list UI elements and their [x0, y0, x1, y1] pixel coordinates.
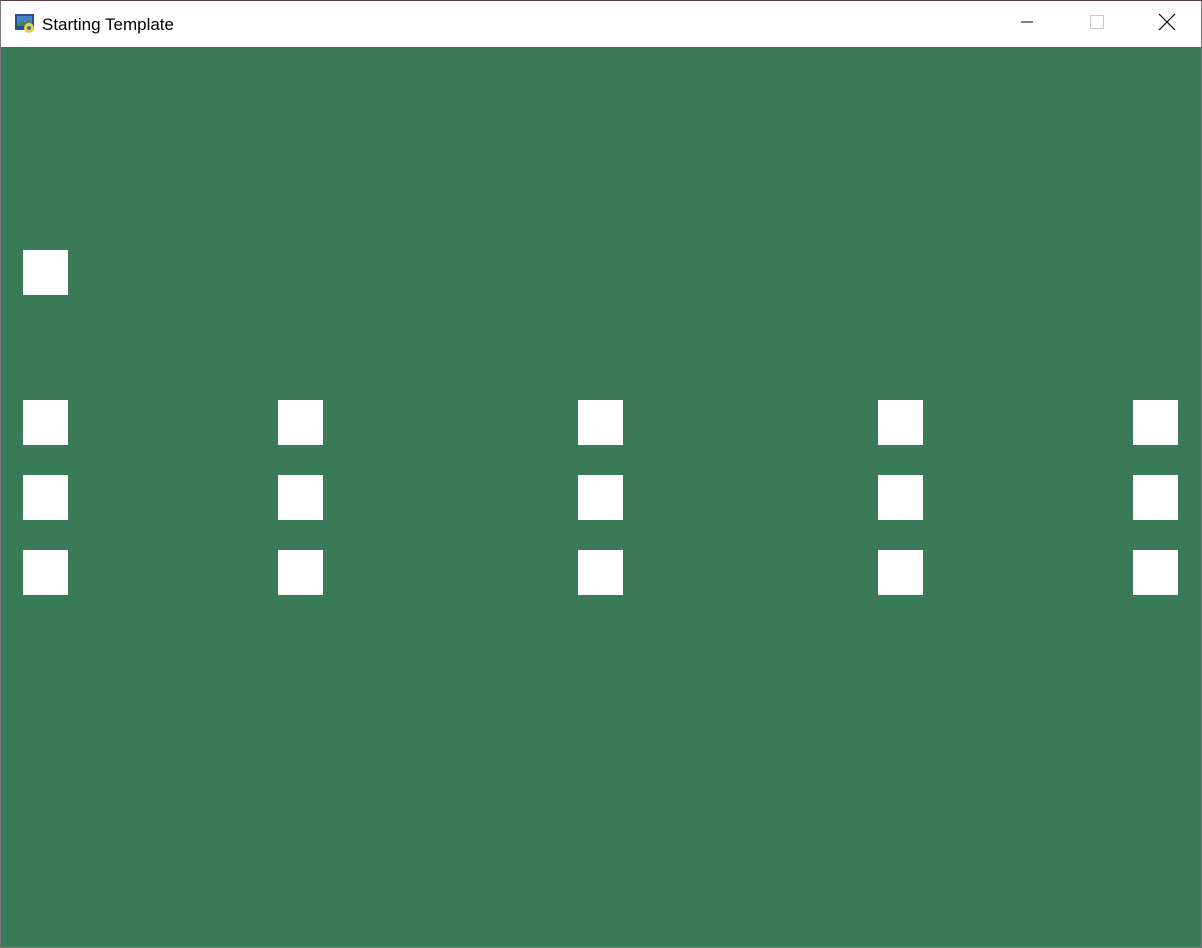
game-tile[interactable]	[578, 550, 623, 595]
game-tile[interactable]	[23, 250, 68, 295]
game-tile[interactable]	[23, 475, 68, 520]
window-title: Starting Template	[42, 15, 174, 34]
game-tile[interactable]	[1133, 400, 1178, 445]
game-tile[interactable]	[23, 550, 68, 595]
game-tile[interactable]	[23, 400, 68, 445]
maximize-icon	[1089, 14, 1105, 35]
game-tile[interactable]	[1133, 475, 1178, 520]
game-tile[interactable]	[578, 400, 623, 445]
minimize-button[interactable]	[992, 1, 1062, 47]
game-tile[interactable]	[278, 400, 323, 445]
game-tile[interactable]	[878, 550, 923, 595]
game-tile[interactable]	[878, 475, 923, 520]
game-tile[interactable]	[278, 475, 323, 520]
game-canvas[interactable]	[1, 47, 1201, 947]
game-tile[interactable]	[1133, 550, 1178, 595]
close-button[interactable]	[1132, 1, 1202, 47]
minimize-icon	[1019, 14, 1035, 35]
title-bar[interactable]: Starting Template	[1, 1, 1201, 47]
app-window: Starting Template	[0, 0, 1202, 948]
game-tile[interactable]	[278, 550, 323, 595]
game-tile[interactable]	[578, 475, 623, 520]
game-tile[interactable]	[878, 400, 923, 445]
close-icon	[1158, 13, 1176, 36]
python-app-icon	[14, 12, 36, 34]
maximize-button[interactable]	[1062, 1, 1132, 47]
